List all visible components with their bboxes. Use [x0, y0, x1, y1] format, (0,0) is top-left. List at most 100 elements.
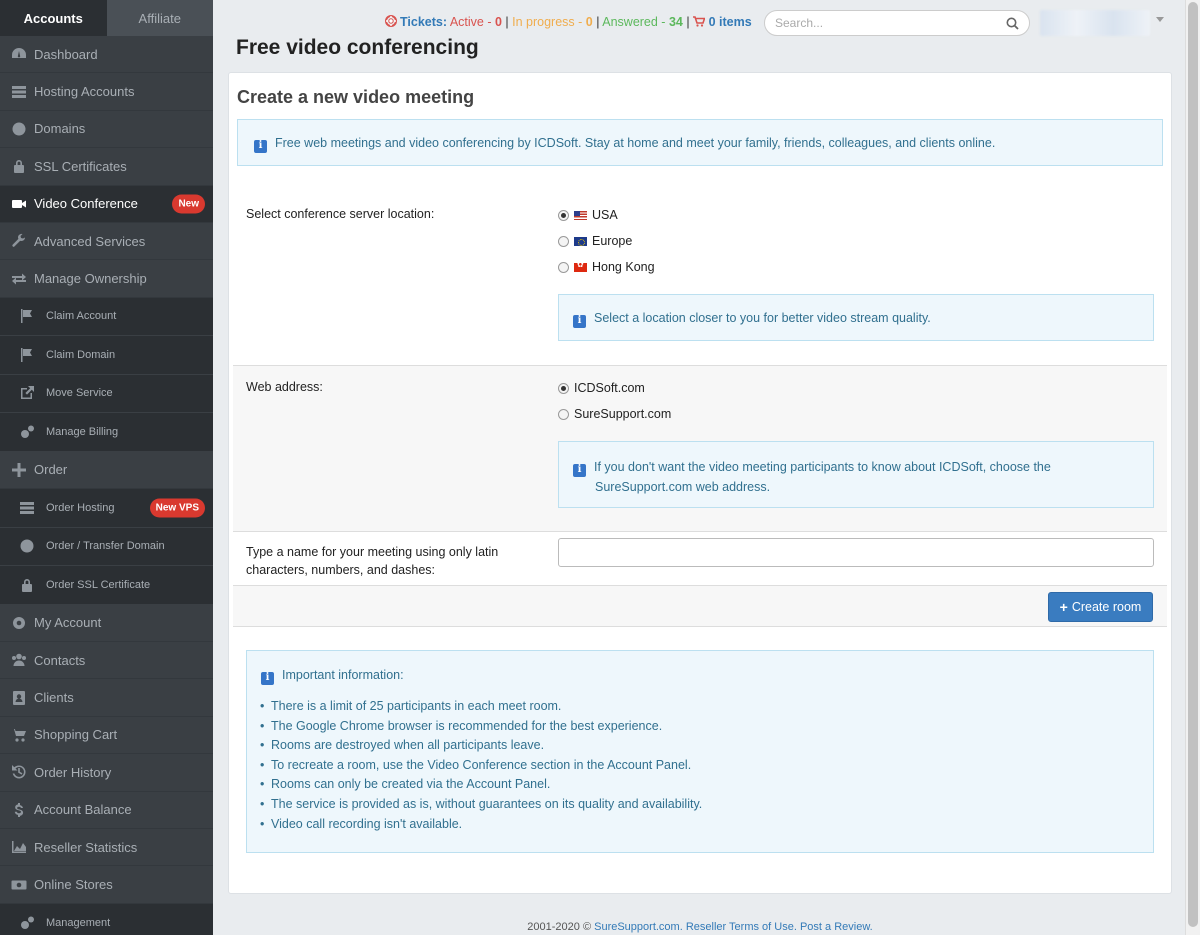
- scrollbar[interactable]: [1185, 0, 1200, 935]
- plus-icon: [10, 462, 28, 478]
- sidebar-item-label: Clients: [34, 690, 74, 706]
- sidebar-item-hosting-accounts[interactable]: Hosting Accounts: [0, 73, 213, 111]
- web-address-option-icdsoft[interactable]: ICDSoft.com: [558, 381, 645, 395]
- tab-affiliate[interactable]: Affiliate: [106, 0, 213, 36]
- info-icon: i: [573, 463, 586, 477]
- sidebar-item-label: Video Conference: [34, 196, 138, 212]
- sidebar-item-clients[interactable]: Clients: [0, 679, 213, 717]
- globe-icon: [10, 121, 28, 137]
- video-camera-icon: [10, 196, 28, 212]
- sidebar-item-reseller-statistics[interactable]: Reseller Statistics: [0, 829, 213, 867]
- page-title: Free video conferencing: [236, 36, 479, 59]
- lifebuoy-icon: [385, 15, 397, 27]
- sidebar-item-ssl-certificates[interactable]: SSL Certificates: [0, 148, 213, 186]
- sidebar-item-claim-domain[interactable]: Claim Domain: [0, 336, 213, 375]
- radio-europe[interactable]: [558, 235, 569, 247]
- sidebar-item-dashboard[interactable]: Dashboard: [0, 36, 213, 74]
- web-address-section: Web address: ICDSoft.com SureSupport.com…: [233, 365, 1167, 532]
- main-panel: Create a new video meeting i Free web mee…: [228, 72, 1172, 894]
- sidebar-item-management[interactable]: Management: [0, 903, 213, 935]
- radio-icdsoft[interactable]: [558, 382, 569, 394]
- sidebar-nav: Dashboard Hosting Accounts Domains SSL Cert…: [0, 36, 213, 935]
- sidebar-item-advanced-services[interactable]: Advanced Services: [0, 223, 213, 261]
- money-icon: [10, 877, 28, 893]
- location-option-europe[interactable]: Europe: [558, 234, 632, 248]
- gear-icon: [10, 615, 28, 631]
- sidebar-item-move-service[interactable]: Move Service: [0, 374, 213, 414]
- server-icon: [10, 84, 28, 100]
- search-input[interactable]: [775, 16, 1006, 30]
- important-list: There is a limit of 25 participants in e…: [247, 697, 1153, 834]
- sidebar-item-label: Manage Ownership: [34, 271, 147, 287]
- web-address-hint-box: i If you don't want the video meeting par…: [558, 441, 1154, 508]
- eu-flag-icon: [574, 236, 587, 246]
- important-info-box: i Important information: There is a limit…: [246, 650, 1154, 853]
- meeting-name-label: Type a name for your meeting using only …: [246, 545, 499, 577]
- cart-icon: [693, 16, 706, 27]
- location-option-hong-kong[interactable]: Hong Kong: [558, 260, 655, 274]
- hk-flag-icon: [574, 260, 587, 272]
- create-room-button[interactable]: + Create room: [1048, 592, 1153, 622]
- list-item: Rooms are destroyed when all participant…: [247, 736, 1153, 756]
- radio-suresupport[interactable]: [558, 408, 569, 420]
- sidebar-item-order-hosting[interactable]: Order Hosting New VPS: [0, 489, 213, 528]
- sidebar-item-label: Claim Domain: [46, 348, 116, 361]
- location-section: Select conference server location: USA E…: [233, 183, 1167, 365]
- lock-icon: [18, 577, 36, 593]
- sidebar-item-my-account[interactable]: My Account: [0, 605, 213, 643]
- sidebar-item-order-history[interactable]: Order History: [0, 754, 213, 792]
- location-hint-box: i Select a location closer to you for bet…: [558, 294, 1154, 341]
- sidebar-item-label: Dashboard: [34, 46, 98, 62]
- sidebar-item-shopping-cart[interactable]: Shopping Cart: [0, 717, 213, 755]
- suresupport-link[interactable]: SureSupport.com.: [594, 921, 683, 933]
- sidebar-item-manage-billing[interactable]: Manage Billing: [0, 413, 213, 452]
- user-menu[interactable]: [1040, 10, 1150, 36]
- sidebar-item-order-ssl-certificate[interactable]: Order SSL Certificate: [0, 566, 213, 605]
- chevron-down-icon[interactable]: [1156, 17, 1164, 22]
- tickets-answered[interactable]: Answered - 34: [602, 15, 683, 29]
- tickets-in-progress[interactable]: In progress - 0: [512, 15, 593, 29]
- tickets-active[interactable]: Active - 0: [450, 15, 502, 29]
- new-badge: New VPS: [149, 498, 205, 518]
- sidebar-item-account-balance[interactable]: Account Balance: [0, 792, 213, 829]
- search-icon[interactable]: [1006, 17, 1019, 30]
- radio-hong-kong[interactable]: [558, 261, 569, 273]
- sidebar-item-label: Domains: [34, 121, 86, 137]
- sidebar-item-label: Order History: [34, 764, 112, 780]
- tickets-link[interactable]: Tickets:: [400, 15, 447, 29]
- users-icon: [10, 652, 28, 668]
- area-chart-icon: [10, 839, 28, 855]
- info-icon: i: [254, 139, 267, 153]
- sidebar-item-label: Shopping Cart: [34, 727, 118, 743]
- intro-text: Free web meetings and video conferencing…: [275, 136, 996, 150]
- tab-accounts[interactable]: Accounts: [0, 0, 107, 36]
- sidebar-item-contacts[interactable]: Contacts: [0, 642, 213, 680]
- sidebar-item-manage-ownership[interactable]: Manage Ownership: [0, 260, 213, 298]
- sidebar-item-label: Order SSL Certificate: [46, 578, 151, 591]
- info-icon: i: [573, 314, 586, 328]
- sidebar-item-label: Online Stores: [34, 877, 113, 893]
- history-icon: [10, 764, 28, 780]
- sidebar-item-label: Order: [34, 462, 68, 478]
- usa-flag-icon: [574, 210, 587, 220]
- web-address-option-suresupport[interactable]: SureSupport.com: [558, 407, 671, 421]
- sidebar-item-domains[interactable]: Domains: [0, 111, 213, 149]
- meeting-name-input[interactable]: [558, 538, 1154, 567]
- sidebar-item-claim-account[interactable]: Claim Account: [0, 297, 213, 337]
- sidebar-item-label: My Account: [34, 615, 102, 631]
- footer: 2001-2020 © SureSupport.com. Reseller Te…: [527, 921, 873, 933]
- lock-icon: [10, 158, 28, 174]
- sidebar-item-video-conference[interactable]: Video Conference New: [0, 185, 213, 223]
- sidebar-item-order-transfer-domain[interactable]: Order / Transfer Domain: [0, 527, 213, 567]
- terms-link[interactable]: Reseller Terms of Use.: [686, 921, 797, 933]
- scrollbar-thumb[interactable]: [1188, 2, 1198, 927]
- radio-usa[interactable]: [558, 209, 569, 221]
- sidebar-item-order[interactable]: Order: [0, 452, 213, 490]
- cogs-icon: [18, 915, 36, 931]
- wrench-icon: [10, 233, 28, 249]
- review-link[interactable]: Post a Review.: [800, 921, 873, 933]
- address-book-icon: [10, 690, 28, 706]
- location-option-usa[interactable]: USA: [558, 208, 618, 222]
- sidebar-item-online-stores[interactable]: Online Stores: [0, 866, 213, 904]
- cart-link[interactable]: 0 items: [693, 15, 752, 29]
